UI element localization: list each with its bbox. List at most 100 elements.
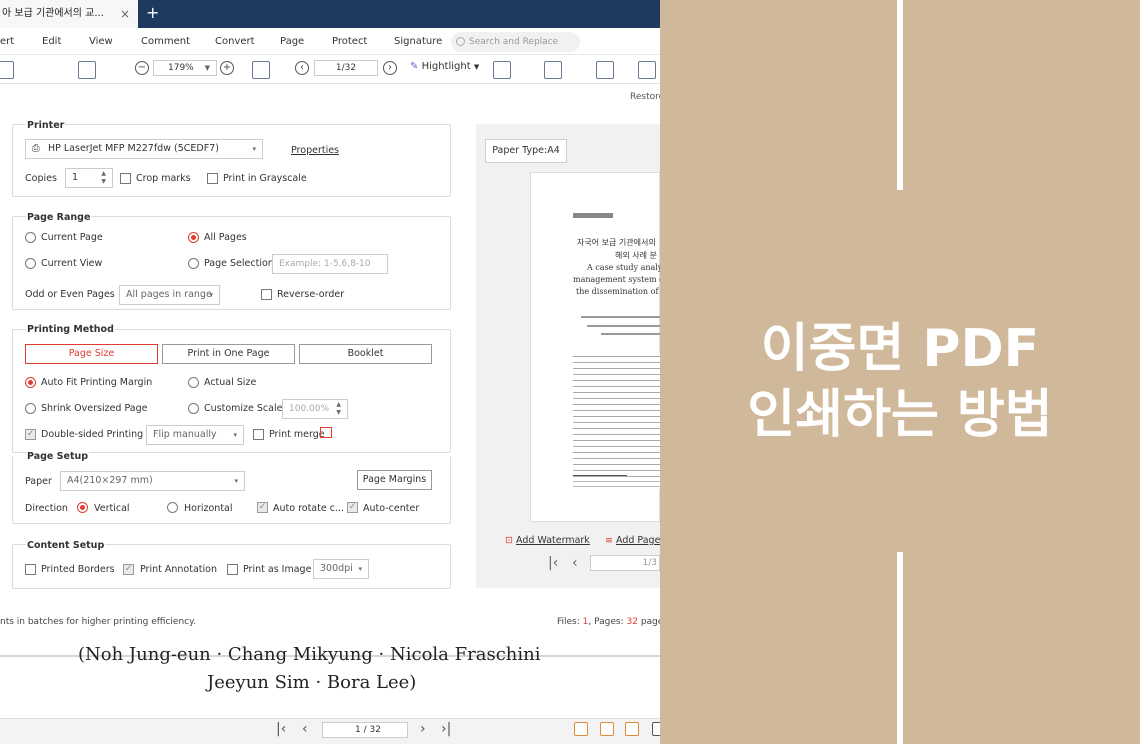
preview-page-input[interactable]: 1/3: [590, 555, 660, 571]
scale-value: 100.00%: [289, 404, 330, 414]
menu-item-comment[interactable]: Comment: [141, 28, 190, 55]
previous-page-icon[interactable]: ‹: [302, 721, 308, 737]
highlight-label: Hightlight: [421, 61, 471, 72]
tab-print-in-one-page[interactable]: Print in One Page: [162, 344, 295, 364]
double-sided-label: Double-sided Printing: [41, 429, 144, 440]
preview-header-bar: [573, 213, 613, 218]
page-selection-input[interactable]: Example: 1-5,6,8-10: [272, 254, 388, 274]
paper-select[interactable]: A4(210×297 mm) ▾: [60, 471, 245, 491]
print-as-image-checkbox[interactable]: [227, 564, 238, 575]
auto-rotate-checkbox[interactable]: ✓: [257, 502, 268, 513]
page-margins-button[interactable]: Page Margins: [357, 470, 432, 490]
dpi-select[interactable]: 300dpi ▾: [313, 559, 369, 579]
printed-borders-checkbox[interactable]: [25, 564, 36, 575]
flip-select[interactable]: Flip manually ▾: [146, 425, 244, 445]
grid-view-icon[interactable]: [78, 61, 96, 79]
banner-divider-bottom: [897, 552, 903, 744]
menu-item-signature[interactable]: Signature: [394, 28, 442, 55]
menu-item-insert[interactable]: ert: [0, 28, 14, 55]
page-range-title: Page Range: [26, 212, 92, 223]
reverse-order-checkbox[interactable]: [261, 289, 272, 300]
pages-label: , Pages:: [588, 617, 624, 627]
next-page-icon[interactable]: ›: [420, 721, 426, 737]
document-tab[interactable]: 아 보급 기관에서의 교...: [0, 0, 138, 28]
search-input[interactable]: Search and Replace: [451, 32, 580, 52]
text-box-icon[interactable]: [596, 61, 614, 79]
odd-even-select[interactable]: All pages in range ▾: [119, 285, 220, 305]
properties-link[interactable]: Properties: [291, 145, 339, 156]
print-merge-checkbox[interactable]: [253, 429, 264, 440]
preview-previous-icon[interactable]: ‹: [572, 555, 578, 571]
preview-title-line2: 해외 사례 분: [615, 251, 657, 260]
preview-subtitle-line1: A case study analys: [587, 263, 660, 272]
rotate-page-icon[interactable]: [252, 61, 270, 79]
highlight-tool[interactable]: ✎ Hightlight ▼: [410, 61, 479, 72]
add-watermark-button[interactable]: ⊡ Add Watermark: [505, 535, 590, 546]
tab-title: 아 보급 기관에서의 교...: [2, 8, 104, 19]
paper-label: Paper: [25, 476, 52, 487]
image-icon[interactable]: [0, 61, 14, 79]
grayscale-checkbox[interactable]: [207, 173, 218, 184]
current-page-radio[interactable]: [25, 232, 36, 243]
zoom-in-icon[interactable]: +: [220, 61, 234, 75]
paper-type-button[interactable]: Paper Type:A4: [485, 139, 567, 163]
shrink-oversized-radio[interactable]: [25, 403, 36, 414]
page-number-icon: ≡: [605, 535, 613, 546]
print-annotation-checkbox[interactable]: ✓: [123, 564, 134, 575]
double-sided-checkbox[interactable]: ✓: [25, 429, 36, 440]
vertical-radio[interactable]: [77, 502, 88, 513]
scale-stepper[interactable]: 100.00% ▲ ▼: [282, 399, 348, 419]
actual-size-radio[interactable]: [188, 377, 199, 388]
auto-center-checkbox[interactable]: ✓: [347, 502, 358, 513]
status-page-input[interactable]: 1 / 32: [322, 722, 408, 738]
menu-item-page[interactable]: Page: [280, 28, 304, 55]
print-annotation-label: Print Annotation: [140, 564, 217, 575]
tab-close-icon[interactable]: ×: [120, 0, 130, 28]
customize-scale-radio[interactable]: [188, 403, 199, 414]
pdf-app-window: 아 보급 기관에서의 교... × + ert Edit View Commen…: [0, 0, 660, 744]
printer-select[interactable]: ⎙ HP LaserJet MFP M227fdw (5CEDF7) ▾: [25, 139, 263, 159]
single-page-view-icon[interactable]: [574, 722, 588, 736]
add-page-button[interactable]: ≡ Add Page: [605, 535, 660, 546]
next-page-icon[interactable]: ›: [383, 61, 397, 75]
merge-info-icon[interactable]: [320, 427, 332, 438]
customize-scale-label: Customize Scale: [204, 403, 283, 414]
banner-divider-top: [897, 0, 903, 190]
auto-rotate-label: Auto rotate c...: [273, 503, 345, 514]
zoom-out-icon[interactable]: −: [135, 61, 149, 75]
tab-booklet[interactable]: Booklet: [299, 344, 432, 364]
last-page-icon[interactable]: ›|: [441, 721, 451, 737]
crop-marks-checkbox[interactable]: [120, 173, 131, 184]
image-insert-icon[interactable]: [544, 61, 562, 79]
current-view-radio[interactable]: [25, 258, 36, 269]
menu-item-convert[interactable]: Convert: [215, 28, 255, 55]
copies-stepper[interactable]: 1 ▲ ▼: [65, 168, 113, 188]
restore-button[interactable]: Restore: [630, 92, 660, 102]
shrink-oversized-label: Shrink Oversized Page: [41, 403, 148, 414]
first-page-icon[interactable]: |‹: [276, 721, 286, 737]
page-number-input[interactable]: 1/32: [314, 60, 378, 76]
previous-page-icon[interactable]: ‹: [295, 61, 309, 75]
fit-page-icon[interactable]: [625, 722, 639, 736]
horizontal-radio[interactable]: [167, 502, 178, 513]
crop-marks-label: Crop marks: [136, 173, 191, 184]
stepper-arrows-icon: ▲ ▼: [336, 401, 341, 416]
menu-item-edit[interactable]: Edit: [42, 28, 61, 55]
zoom-select[interactable]: 179% ▼: [153, 60, 217, 76]
all-pages-radio[interactable]: [188, 232, 199, 243]
eraser-icon[interactable]: [493, 61, 511, 79]
page-setup-title: Page Setup: [26, 451, 90, 462]
auto-fit-label: Auto Fit Printing Margin: [41, 377, 153, 388]
page-icon[interactable]: [638, 61, 656, 79]
title-bar: 아 보급 기관에서의 교... × +: [0, 0, 660, 28]
tab-page-size[interactable]: Page Size: [25, 344, 158, 364]
new-tab-icon[interactable]: +: [146, 3, 159, 22]
two-page-view-icon[interactable]: [652, 722, 660, 736]
first-page-icon[interactable]: |‹: [548, 555, 558, 571]
auto-fit-radio[interactable]: [25, 377, 36, 388]
continuous-view-icon[interactable]: [600, 722, 614, 736]
menu-item-view[interactable]: View: [89, 28, 113, 55]
horizontal-label: Horizontal: [184, 503, 233, 514]
menu-item-protect[interactable]: Protect: [332, 28, 367, 55]
page-selection-radio[interactable]: [188, 258, 199, 269]
